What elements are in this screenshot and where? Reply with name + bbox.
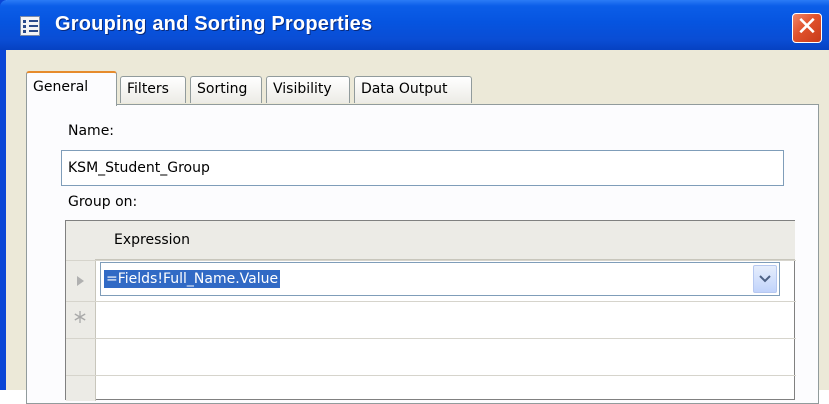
new-row-asterisk-icon [74, 311, 86, 323]
tab-visibility[interactable]: Visibility [266, 76, 350, 103]
tab-sorting[interactable]: Sorting [190, 76, 262, 103]
expression-combobox[interactable]: =Fields!Full_Name.Value [100, 262, 780, 296]
tab-filters[interactable]: Filters [120, 76, 186, 103]
current-row-arrow-icon [77, 276, 84, 286]
tab-general[interactable]: General [26, 71, 117, 106]
properties-dialog-icon [20, 16, 40, 36]
grid-line [66, 338, 796, 339]
tab-data-output[interactable]: Data Output [354, 76, 472, 103]
title-bar[interactable]: Grouping and Sorting Properties ✕ [0, 0, 829, 50]
group-on-label: Group on: [68, 194, 138, 210]
close-button[interactable]: ✕ [792, 13, 822, 43]
dropdown-button[interactable] [753, 265, 777, 293]
new-row-expression-cell[interactable] [100, 300, 780, 337]
column-header-label: Expression [114, 232, 190, 248]
name-label: Name: [68, 123, 115, 139]
grid-line [66, 260, 796, 261]
grid-line [66, 375, 796, 376]
column-header-expression[interactable]: Expression [95, 221, 795, 260]
expression-value[interactable]: =Fields!Full_Name.Value [104, 270, 281, 288]
name-field[interactable]: KSM_Student_Group [61, 150, 784, 186]
chevron-down-icon [759, 275, 771, 283]
window-title: Grouping and Sorting Properties [55, 13, 373, 35]
